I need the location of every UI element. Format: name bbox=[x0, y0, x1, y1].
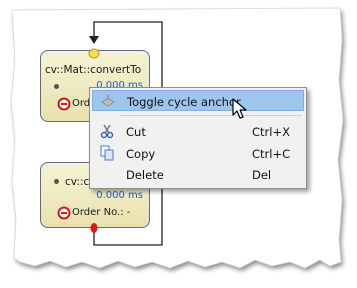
cycle-anchor-icon bbox=[101, 95, 115, 107]
menu-item-cut[interactable]: Cut Ctrl+X bbox=[92, 121, 304, 142]
input-port-dot bbox=[54, 84, 59, 89]
context-menu: Toggle cycle anchor Cut Ctrl+X Copy Ctrl… bbox=[89, 87, 307, 189]
menu-item-label: Cut bbox=[126, 125, 146, 139]
stop-icon bbox=[57, 206, 71, 220]
menu-item-delete[interactable]: Delete Del bbox=[92, 164, 304, 185]
output-port[interactable] bbox=[89, 222, 99, 234]
menu-item-toggle-cycle-anchor[interactable]: Toggle cycle anchor bbox=[92, 90, 304, 111]
graph-canvas[interactable]: cv::Mat::convertTo 0.000 ms Ord cv::cv 0… bbox=[0, 0, 357, 288]
node-order-number: Order No.: - bbox=[72, 207, 131, 218]
node-title: cv::Mat::convertTo bbox=[45, 64, 142, 76]
menu-item-label: Toggle cycle anchor bbox=[127, 95, 241, 109]
input-port-dot bbox=[54, 179, 59, 184]
node-order-number: Ord bbox=[72, 98, 91, 109]
copy-icon bbox=[100, 145, 114, 161]
scissors-icon bbox=[100, 124, 114, 139]
mouse-cursor-icon bbox=[232, 98, 247, 119]
menu-item-label: Delete bbox=[126, 168, 164, 182]
menu-item-shortcut: Del bbox=[252, 168, 272, 182]
cycle-anchor-port[interactable] bbox=[87, 48, 101, 60]
menu-separator bbox=[120, 115, 302, 116]
menu-item-shortcut: Ctrl+C bbox=[252, 147, 291, 161]
node-time: 0.000 ms bbox=[96, 190, 143, 201]
menu-item-shortcut: Ctrl+X bbox=[252, 125, 290, 139]
menu-item-copy[interactable]: Copy Ctrl+C bbox=[92, 143, 304, 164]
menu-item-label: Copy bbox=[126, 147, 156, 161]
stop-icon bbox=[57, 97, 71, 111]
